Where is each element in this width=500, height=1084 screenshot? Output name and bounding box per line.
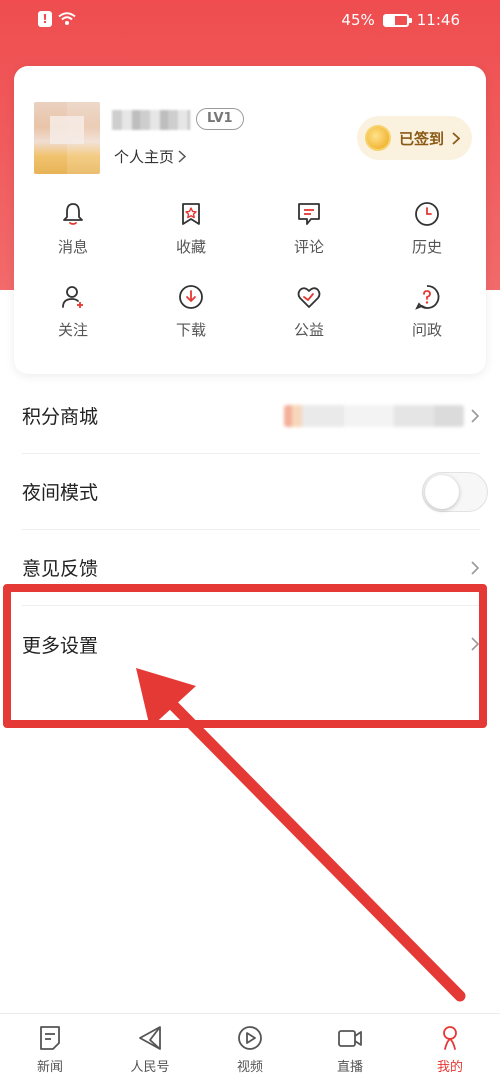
menu-label: 积分商城 bbox=[22, 406, 99, 428]
bottom-nav: 新闻 人民号 视频 直播 我的 bbox=[0, 1013, 500, 1084]
grid-item-messages[interactable]: 消息 bbox=[14, 200, 132, 257]
homepage-label: 个人主页 bbox=[114, 148, 175, 166]
grid-item-inquiry[interactable]: 问政 bbox=[368, 283, 486, 340]
grid-item-favorites[interactable]: 收藏 bbox=[132, 200, 250, 257]
checkin-label: 已签到 bbox=[398, 129, 444, 148]
chevron-right-icon bbox=[452, 131, 460, 145]
grid-label: 下载 bbox=[175, 321, 206, 339]
homepage-link[interactable]: 个人主页 bbox=[114, 146, 187, 167]
comment-icon bbox=[298, 203, 320, 225]
wifi-icon bbox=[58, 12, 76, 25]
status-bar: ! 45% 11:46 bbox=[0, 0, 500, 40]
battery-icon bbox=[382, 13, 412, 27]
menu-item-night-mode: 夜间模式 bbox=[22, 454, 488, 530]
profile-icon bbox=[443, 1026, 457, 1050]
menu-label: 意见反馈 bbox=[22, 558, 99, 580]
clock-icon bbox=[415, 202, 439, 226]
grid-item-history[interactable]: 历史 bbox=[368, 200, 486, 257]
grid-label: 公益 bbox=[293, 321, 324, 339]
grid-label: 历史 bbox=[411, 238, 442, 256]
profile-card: LV1 个人主页 已签到 消息 收藏 评论 历史 关注 下载 公益 问政 bbox=[14, 66, 486, 374]
bell-icon bbox=[63, 203, 83, 225]
night-mode-toggle[interactable] bbox=[422, 471, 488, 512]
nav-label: 我的 bbox=[436, 1060, 463, 1075]
grid-item-comments[interactable]: 评论 bbox=[250, 200, 368, 257]
menu-label: 夜间模式 bbox=[22, 482, 99, 504]
news-icon bbox=[40, 1026, 60, 1050]
level-badge: LV1 bbox=[196, 108, 244, 130]
live-camera-icon bbox=[338, 1030, 362, 1047]
grid-label: 收藏 bbox=[175, 238, 206, 256]
grid-label: 评论 bbox=[293, 238, 324, 256]
nav-tab-mine[interactable]: 我的 bbox=[400, 1014, 500, 1084]
coin-icon bbox=[364, 125, 391, 151]
toggle-knob bbox=[425, 474, 459, 509]
nav-tab-video[interactable]: 视频 bbox=[200, 1014, 300, 1084]
grid-item-charity[interactable]: 公益 bbox=[250, 283, 368, 340]
star-icon bbox=[182, 203, 200, 225]
checkin-button[interactable]: 已签到 bbox=[356, 116, 472, 160]
follow-icon bbox=[62, 286, 83, 308]
alert-icon: ! bbox=[38, 11, 52, 27]
send-icon bbox=[139, 1026, 161, 1050]
nav-tab-live[interactable]: 直播 bbox=[300, 1014, 400, 1084]
menu-item-points-mall[interactable]: 积分商城 bbox=[22, 378, 480, 454]
clock-time: 11:46 bbox=[416, 11, 460, 29]
grid-item-follow[interactable]: 关注 bbox=[14, 283, 132, 340]
menu-item-more-settings[interactable]: 更多设置 bbox=[22, 606, 480, 682]
menu-item-feedback[interactable]: 意见反馈 bbox=[22, 530, 480, 606]
question-icon bbox=[415, 285, 440, 310]
grid-label: 关注 bbox=[57, 321, 88, 339]
download-icon bbox=[179, 285, 203, 309]
nav-tab-people[interactable]: 人民号 bbox=[100, 1014, 200, 1084]
heart-icon bbox=[297, 287, 321, 308]
menu-label: 更多设置 bbox=[22, 634, 99, 657]
nav-label: 视频 bbox=[236, 1060, 263, 1075]
video-icon bbox=[238, 1026, 262, 1050]
grid-label: 消息 bbox=[57, 238, 88, 256]
chevron-right-icon bbox=[471, 560, 480, 575]
settings-menu: 积分商城 夜间模式 意见反馈 更多设置 bbox=[0, 378, 500, 682]
chevron-right-icon bbox=[471, 408, 480, 423]
chevron-right-icon bbox=[178, 150, 187, 163]
username-blurred bbox=[112, 110, 190, 130]
nav-label: 人民号 bbox=[130, 1060, 170, 1075]
chevron-right-icon bbox=[471, 637, 480, 651]
nav-label: 直播 bbox=[336, 1060, 363, 1075]
battery-percent: 45% bbox=[341, 11, 375, 29]
shortcut-grid: 消息 收藏 评论 历史 关注 下载 公益 问政 bbox=[14, 200, 486, 340]
nav-tab-news[interactable]: 新闻 bbox=[0, 1014, 100, 1084]
nav-label: 新闻 bbox=[36, 1060, 63, 1075]
grid-item-download[interactable]: 下载 bbox=[132, 283, 250, 340]
avatar[interactable] bbox=[34, 102, 100, 174]
points-info-blurred bbox=[284, 404, 464, 427]
grid-label: 问政 bbox=[411, 321, 442, 339]
